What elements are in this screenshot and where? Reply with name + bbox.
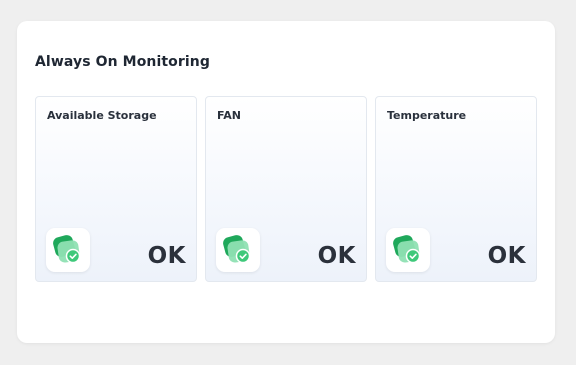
card-label: Available Storage xyxy=(47,109,157,122)
card-fan[interactable]: FAN OK xyxy=(205,96,367,282)
status-value: OK xyxy=(487,243,526,269)
card-label: FAN xyxy=(217,109,241,122)
card-temperature[interactable]: Temperature OK xyxy=(375,96,537,282)
status-ok-icon xyxy=(46,228,90,272)
status-ok-icon xyxy=(216,228,260,272)
status-ok-icon xyxy=(386,228,430,272)
card-available-storage[interactable]: Available Storage OK xyxy=(35,96,197,282)
status-value: OK xyxy=(147,243,186,269)
status-value: OK xyxy=(317,243,356,269)
panel-title: Always On Monitoring xyxy=(35,54,210,70)
monitoring-panel: Always On Monitoring Available Storage O… xyxy=(17,21,555,343)
card-label: Temperature xyxy=(387,109,467,122)
